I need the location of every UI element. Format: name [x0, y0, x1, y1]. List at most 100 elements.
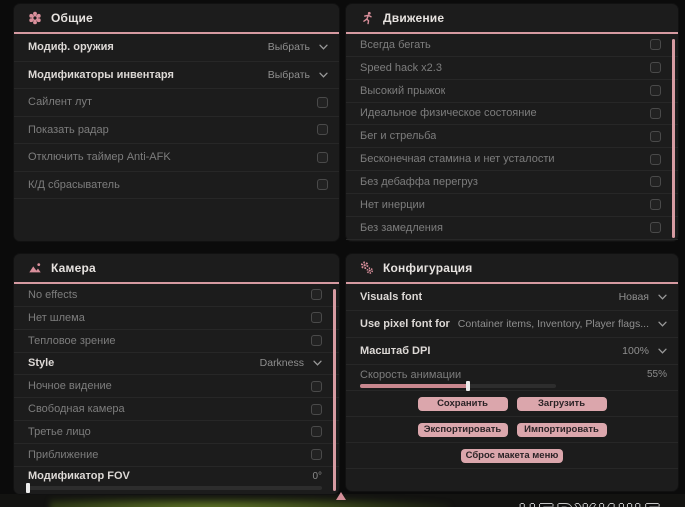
row-thermal-vision[interactable]: Тепловое зрение — [14, 330, 339, 353]
checkbox[interactable] — [317, 179, 328, 191]
setting-label: Приближение — [28, 448, 99, 461]
chevron-down-icon — [658, 294, 667, 300]
setting-label: К/Д сбрасыватель — [28, 178, 120, 191]
button-row-export-import: Экспортировать Импортировать — [346, 417, 678, 443]
chevron-down-icon — [658, 348, 667, 354]
panel-movement: Движение Всегда бегать Speed hack x2.3 В… — [346, 4, 678, 241]
row-high-jump[interactable]: Высокий прыжок — [346, 80, 678, 103]
row-fov-modifier: Модификатор FOV 0° — [14, 467, 339, 493]
checkbox[interactable] — [650, 176, 661, 188]
row-inventory-mods: Модификаторы инвентаря Выбрать — [14, 62, 339, 89]
checkbox[interactable] — [317, 124, 328, 136]
row-zoom[interactable]: Приближение — [14, 444, 339, 467]
scrollbar[interactable] — [672, 39, 675, 238]
row-third-person[interactable]: Третье лицо — [14, 421, 339, 444]
row-silent-loot[interactable]: Сайлент лут — [14, 89, 339, 117]
panel-title: Общие — [51, 11, 93, 25]
checkbox[interactable] — [650, 153, 661, 165]
row-disable-anti-afk-timer[interactable]: Отключить таймер Anti-AFK — [14, 144, 339, 172]
checkbox[interactable] — [650, 222, 661, 234]
checkbox[interactable] — [650, 62, 661, 74]
setting-label: Отключить таймер Anti-AFK — [28, 151, 171, 164]
setting-label: Свободная камера — [28, 403, 125, 416]
dropdown-value: Выбрать — [267, 68, 310, 81]
panel-general-header: Общие — [14, 4, 339, 34]
reset-menu-layout-button[interactable]: Сброс макета меню — [461, 448, 563, 463]
visuals-font-dropdown[interactable]: Новая — [619, 291, 667, 303]
row-free-camera[interactable]: Свободная камера — [14, 398, 339, 422]
setting-label: Без дебаффа перегруз — [360, 175, 478, 188]
panel-camera: Камера No effects Нет шлема Тепловое зре… — [14, 254, 339, 494]
panel-config: Конфигурация Visuals font Новая Use pixe… — [346, 254, 678, 491]
checkbox[interactable] — [311, 335, 322, 347]
row-use-pixel-font-for: Use pixel font for Container items, Inve… — [346, 311, 678, 338]
checkbox[interactable] — [311, 449, 322, 461]
slider-handle[interactable] — [465, 381, 470, 391]
checkbox[interactable] — [311, 289, 322, 301]
setting-label: Скорость анимации — [360, 368, 462, 381]
row-no-inertia[interactable]: Нет инерции — [346, 194, 678, 217]
chevron-down-icon — [319, 72, 328, 78]
row-visuals-font: Visuals font Новая — [346, 284, 678, 311]
dropdown-value: Новая — [618, 291, 649, 303]
checkbox[interactable] — [311, 403, 322, 415]
slider-handle[interactable] — [26, 482, 30, 493]
dpi-scale-dropdown[interactable]: 100% — [622, 345, 667, 357]
gears-icon — [360, 261, 374, 275]
panel-camera-header: Камера — [14, 254, 339, 284]
checkbox[interactable] — [650, 39, 661, 51]
style-dropdown[interactable]: Darkness — [260, 357, 322, 369]
save-button[interactable]: Сохранить — [417, 396, 508, 411]
dropdown-value: 100% — [622, 345, 649, 357]
checkbox[interactable] — [311, 312, 322, 324]
weapon-mods-dropdown[interactable]: Выбрать — [268, 41, 328, 53]
row-show-radar[interactable]: Показать радар — [14, 117, 339, 144]
row-night-vision[interactable]: Ночное видение — [14, 375, 339, 399]
setting-label: Нет инерции — [360, 198, 425, 211]
chevron-down-icon — [319, 44, 328, 50]
row-speed-hack[interactable]: Speed hack x2.3 — [346, 57, 678, 80]
row-perfect-physical-condition[interactable]: Идеальное физическое состояние — [346, 103, 678, 126]
checkbox[interactable] — [650, 199, 661, 211]
checkbox[interactable] — [650, 85, 661, 97]
inventory-mods-dropdown[interactable]: Выбрать — [268, 69, 328, 81]
checkbox[interactable] — [311, 380, 322, 392]
panel-movement-header: Движение — [346, 4, 678, 34]
row-kd-resetter[interactable]: К/Д сбрасыватель — [14, 172, 339, 199]
checkbox[interactable] — [317, 151, 328, 163]
setting-label: No effects — [28, 288, 78, 301]
setting-label: Бесконечная стамина и нет усталости — [360, 153, 555, 166]
row-no-effects[interactable]: No effects — [14, 284, 339, 307]
row-infinite-stamina[interactable]: Бесконечная стамина и нет усталости — [346, 148, 678, 172]
fov-slider-track[interactable] — [26, 482, 322, 493]
row-always-run[interactable]: Всегда бегать — [346, 34, 678, 57]
checkbox[interactable] — [311, 426, 322, 438]
panel-title: Конфигурация — [383, 261, 473, 275]
load-button[interactable]: Загрузить — [516, 396, 607, 411]
setting-label: Модификатор FOV — [28, 470, 130, 483]
row-no-overload-debuff[interactable]: Без дебаффа перегруз — [346, 171, 678, 194]
setting-label: Всегда бегать — [360, 38, 431, 51]
row-no-helmet[interactable]: Нет шлема — [14, 307, 339, 330]
row-weapon-mods: Модиф. оружия Выбрать — [14, 34, 339, 62]
setting-label: Сайлент лут — [28, 96, 92, 109]
checkbox[interactable] — [650, 107, 661, 119]
scrollbar[interactable] — [333, 289, 336, 491]
row-run-and-shoot[interactable]: Бег и стрельба — [346, 125, 678, 149]
pixel-font-dropdown[interactable]: Container items, Inventory, Player flags… — [458, 318, 667, 330]
import-button[interactable]: Импортировать — [516, 422, 607, 437]
setting-label: Масштаб DPI — [360, 345, 431, 357]
setting-label: Use pixel font for — [360, 318, 450, 330]
checkbox[interactable] — [317, 96, 328, 108]
export-button[interactable]: Экспортировать — [417, 422, 508, 437]
setting-label: Идеальное физическое состояние — [360, 107, 537, 120]
setting-label: Visuals font — [360, 291, 423, 303]
grass-glow — [50, 497, 450, 507]
setting-label: Модиф. оружия — [28, 41, 114, 54]
animation-speed-slider-track[interactable] — [360, 381, 556, 391]
row-animation-speed: Скорость анимации 55% — [346, 365, 678, 391]
row-no-slowdown[interactable]: Без замедления — [346, 217, 678, 240]
slider-value: 0° — [312, 470, 322, 482]
checkbox[interactable] — [650, 130, 661, 142]
flower-gear-icon — [28, 11, 42, 25]
